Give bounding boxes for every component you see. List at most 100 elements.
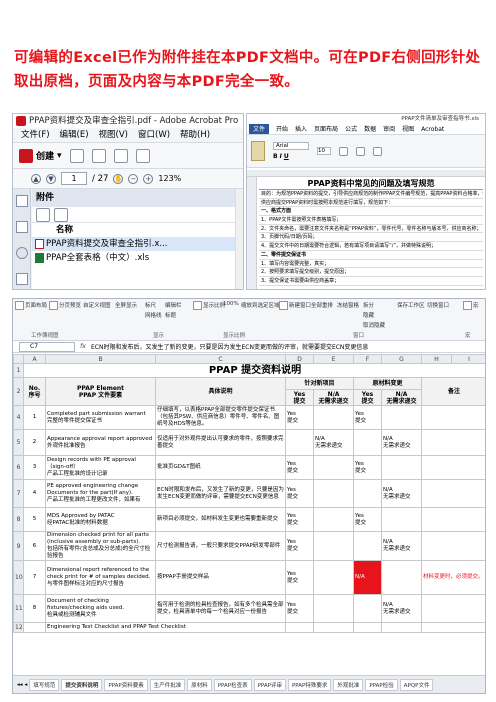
cell-remark[interactable] bbox=[421, 405, 485, 430]
cell-yes[interactable] bbox=[285, 622, 314, 633]
cell-no[interactable]: 5 bbox=[23, 507, 46, 532]
prev-page-icon[interactable]: ▲ bbox=[31, 173, 41, 184]
open-folder-icon[interactable] bbox=[69, 148, 84, 163]
tab-acrobat[interactable]: Acrobat bbox=[421, 124, 444, 134]
cell-yes[interactable] bbox=[285, 429, 314, 456]
col-header[interactable]: C bbox=[155, 354, 286, 364]
cell-m-yes[interactable] bbox=[353, 479, 382, 508]
sheet-nav-prev-icon[interactable]: ◂ bbox=[25, 682, 28, 688]
cell-m-na[interactable] bbox=[381, 507, 422, 532]
menu-edit[interactable]: 编辑(E) bbox=[60, 128, 89, 142]
cell-no[interactable]: 7 bbox=[23, 560, 46, 595]
cell-na[interactable] bbox=[313, 560, 354, 595]
paste-icon[interactable] bbox=[251, 141, 265, 161]
menu-file[interactable]: 文件(F) bbox=[21, 128, 50, 142]
cell-m-na[interactable]: N/A 无需求递交 bbox=[381, 479, 422, 508]
cell-remark[interactable] bbox=[421, 531, 485, 561]
align-left-icon[interactable] bbox=[339, 146, 348, 156]
open-attachment-icon[interactable] bbox=[36, 207, 50, 222]
header-new-project[interactable]: 针对新项目 bbox=[285, 377, 354, 390]
font-size-select[interactable]: 10 bbox=[317, 147, 331, 155]
row-number[interactable]: 8 bbox=[13, 507, 24, 532]
name-box[interactable]: C7 bbox=[19, 341, 75, 352]
sheet-tab[interactable]: 原材料 bbox=[187, 678, 212, 691]
cell-remark[interactable] bbox=[421, 622, 485, 633]
formula-input[interactable]: ECN时限和发布后，又发生了新的变更，只要是因为发生ECN变更而做的评审，就需要… bbox=[91, 342, 368, 351]
email-icon[interactable] bbox=[135, 148, 150, 163]
row-number[interactable]: 12 bbox=[13, 622, 24, 633]
cell-m-na[interactable] bbox=[381, 405, 422, 430]
spec-line[interactable]: 3、提交保证书需要由供应商盖章； bbox=[259, 277, 483, 286]
sheet-tab-active[interactable]: 提交资料说明 bbox=[61, 678, 103, 691]
cell-yes[interactable]: Yes 提交 bbox=[285, 531, 314, 561]
ribbon-btn-zoom-100[interactable]: 100% bbox=[223, 301, 239, 307]
col-header[interactable]: G bbox=[381, 354, 422, 364]
cell-m-na[interactable] bbox=[381, 622, 422, 633]
cell-remark[interactable] bbox=[421, 455, 485, 480]
header-yes[interactable]: Yes 提交 bbox=[353, 389, 382, 406]
cell-m-yes[interactable] bbox=[353, 531, 382, 561]
zoom-level[interactable]: 123% bbox=[158, 174, 181, 183]
cell-na[interactable] bbox=[313, 531, 354, 561]
header-element[interactable]: PPAP Element PPAP 文件要素 bbox=[45, 377, 156, 406]
cell-yes[interactable]: Yes 提交 bbox=[285, 479, 314, 508]
print-icon[interactable] bbox=[113, 148, 128, 163]
cell-remark[interactable] bbox=[421, 429, 485, 456]
cell-no[interactable] bbox=[23, 622, 46, 633]
col-header[interactable]: F bbox=[353, 354, 382, 364]
cell-yes[interactable]: Yes 提交 bbox=[285, 507, 314, 532]
cell-element[interactable]: Design records with PE approval （sign-of… bbox=[45, 455, 156, 480]
col-header[interactable]: A bbox=[23, 354, 46, 364]
ribbon-btn-new-window[interactable]: 新建窗口 bbox=[279, 301, 311, 310]
cell-element[interactable]: PE approved engineering change Documents… bbox=[45, 479, 156, 508]
table-title[interactable]: PPAP 提交资料说明 bbox=[23, 363, 485, 378]
spec-line[interactable]: 二、零件提交保证书 bbox=[259, 251, 483, 260]
cell-no[interactable]: 8 bbox=[23, 594, 46, 623]
cell-na[interactable] bbox=[313, 479, 354, 508]
sheet-tab[interactable]: 外观批准 bbox=[333, 678, 364, 691]
font-name-select[interactable]: Arial bbox=[273, 142, 309, 150]
ribbon-btn-unhide[interactable]: 取消隐藏 bbox=[363, 321, 385, 329]
header-explain[interactable]: 具体说明 bbox=[155, 377, 286, 406]
cell-m-yes[interactable]: Yes 提交 bbox=[353, 405, 382, 430]
sheet-tab[interactable]: 填写规范 bbox=[29, 678, 60, 691]
cell-m-yes[interactable]: Yes 提交 bbox=[353, 507, 382, 532]
row-number[interactable]: 5 bbox=[13, 429, 24, 456]
ribbon-btn-page-break[interactable]: 分页预览 bbox=[49, 301, 81, 310]
bookmark-icon[interactable] bbox=[16, 221, 28, 233]
ribbon-check-gridlines[interactable]: 网格线 bbox=[145, 311, 162, 319]
cell-explain[interactable]: 仔细填写，以表格PPAP全部提交零件提交保证书（包括其PSW、供应商信息）零件号… bbox=[155, 405, 286, 430]
attachment-file-pdf[interactable]: PPAP资料提交及审查全指引.x... bbox=[32, 237, 235, 251]
cell-remark[interactable] bbox=[421, 479, 485, 508]
spec-line[interactable]: 2、文件夹命名，需要注意文件夹名称是“PPAP资料”，零件代号，零件名称与版本号… bbox=[259, 225, 483, 234]
cell-na[interactable] bbox=[313, 455, 354, 480]
tab-data[interactable]: 数据 bbox=[364, 124, 376, 134]
cell-na[interactable] bbox=[313, 622, 354, 633]
ribbon-btn-freeze[interactable]: 冻结窗格 bbox=[337, 301, 359, 309]
cell-m-na[interactable] bbox=[381, 560, 422, 595]
row-number[interactable]: 7 bbox=[13, 479, 24, 508]
menu-view[interactable]: 视图(V) bbox=[99, 128, 128, 142]
ribbon-check-formula-bar[interactable]: 编辑栏 bbox=[165, 301, 182, 309]
sheet-tab[interactable]: APQP文件 bbox=[399, 678, 434, 691]
row-number[interactable]: 9 bbox=[13, 531, 24, 561]
cell-no[interactable]: 2 bbox=[23, 429, 46, 456]
save-attachment-icon[interactable] bbox=[54, 207, 68, 222]
cell-m-na[interactable]: N/A 无需求递交 bbox=[381, 429, 422, 456]
cell-element[interactable]: Appearance approval report approved 外观件批… bbox=[45, 429, 156, 456]
next-page-icon[interactable]: ▼ bbox=[46, 173, 56, 184]
cell-m-yes[interactable] bbox=[353, 622, 382, 633]
page-thumbnail-icon[interactable] bbox=[16, 195, 28, 207]
row-number[interactable]: 2 bbox=[13, 377, 24, 406]
paperclip-icon[interactable] bbox=[16, 247, 28, 259]
spec-line[interactable]: 供应商提交PPAP资料时需按照本规范进行填写，规范如下： bbox=[259, 199, 483, 208]
hand-tool-icon[interactable]: ✋ bbox=[113, 173, 124, 184]
ribbon-btn-switch-windows[interactable]: 切换窗口 bbox=[427, 301, 449, 309]
tab-insert[interactable]: 插入 bbox=[295, 124, 307, 134]
save-icon[interactable] bbox=[91, 148, 106, 163]
spec-line[interactable]: 1、填写内容需要完整，真实； bbox=[259, 260, 483, 269]
column-name-header[interactable]: 名称 bbox=[32, 223, 235, 237]
cell-yes[interactable]: Yes 提交 bbox=[285, 594, 314, 623]
cell-yes[interactable]: Yes 提交 bbox=[285, 405, 314, 430]
ribbon-btn-hide[interactable]: 隐藏 bbox=[363, 311, 374, 319]
